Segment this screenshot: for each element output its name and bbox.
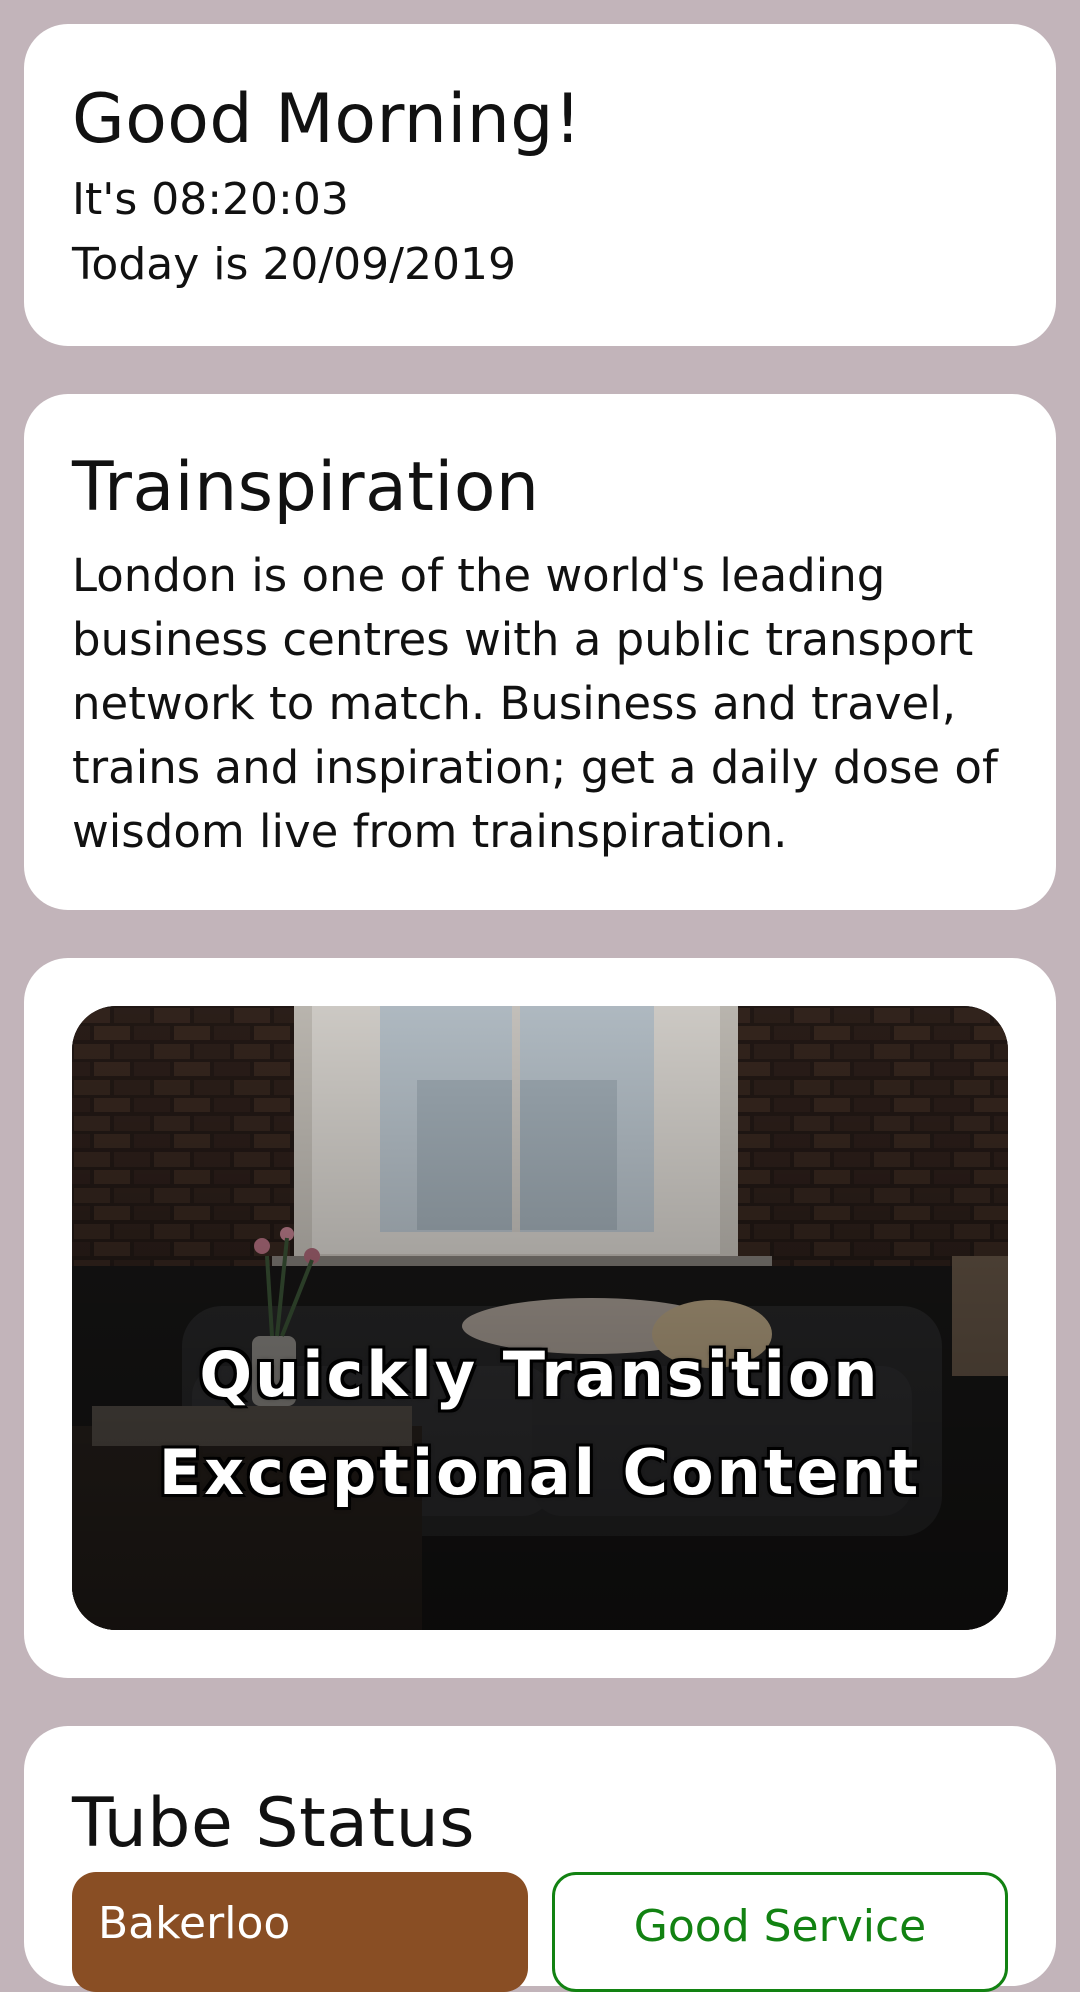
tube-line-name: Bakerloo bbox=[72, 1872, 528, 1992]
trainspiration-description: London is one of the world's leading bus… bbox=[72, 549, 998, 858]
hero-caption-line: Quickly Transition bbox=[199, 1338, 881, 1411]
tube-status-card: Tube Status Bakerloo Good Service bbox=[24, 1726, 1056, 1992]
tube-line-status: Good Service bbox=[552, 1872, 1008, 1992]
trainspiration-title: Trainspiration bbox=[72, 448, 540, 527]
tube-status-title: Tube Status bbox=[72, 1784, 476, 1863]
trainspiration-card: Trainspiration London is one of the worl… bbox=[24, 394, 1056, 910]
hero-caption: Quickly Transition Exceptional Content bbox=[72, 1326, 1008, 1522]
current-date: Today is 20/09/2019 bbox=[72, 239, 516, 290]
current-time: It's 08:20:03 bbox=[72, 174, 349, 225]
greeting-card: Good Morning! It's 08:20:03 Today is 20/… bbox=[24, 24, 1056, 346]
room-scene-illustration bbox=[72, 1006, 1008, 1630]
hero-caption-line: Exceptional Content bbox=[158, 1436, 922, 1509]
hero-card: Quickly Transition Exceptional Content bbox=[24, 958, 1056, 1678]
greeting-title: Good Morning! bbox=[72, 80, 582, 159]
hero-image: Quickly Transition Exceptional Content bbox=[72, 1006, 1008, 1630]
